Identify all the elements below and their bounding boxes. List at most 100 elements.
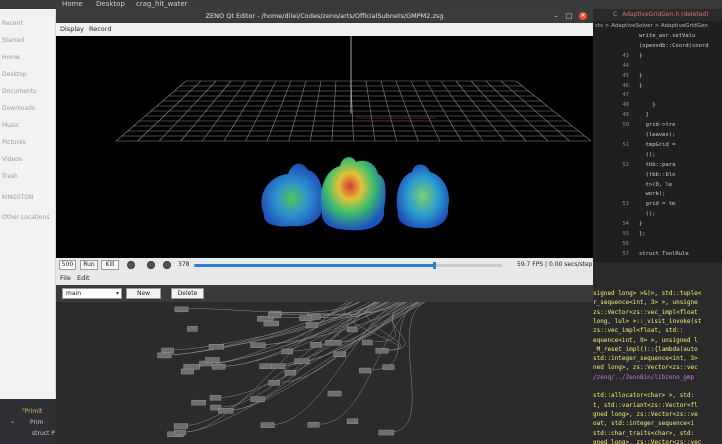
timeline-slider-fill: [194, 264, 435, 267]
cpp-file-icon: C: [613, 11, 618, 18]
sidebar-item-documents[interactable]: Documents: [2, 88, 36, 95]
line-number: 49: [622, 112, 629, 119]
kill-button[interactable]: Kill: [101, 260, 119, 270]
graph-node: [208, 344, 224, 350]
sidebar-item-other-locations[interactable]: Other Locations: [2, 214, 49, 221]
outline-chevron-icon[interactable]: ⌄: [10, 418, 15, 425]
run-button[interactable]: Run: [80, 260, 98, 270]
node-graph-canvas[interactable]: [56, 302, 593, 444]
code-outline-panel: "Primit ⌄ Prim struct P: [0, 399, 56, 444]
subnet-select-value: main: [66, 290, 81, 297]
graph-node: [346, 418, 359, 424]
simulation-blob-left: [261, 163, 323, 227]
close-icon[interactable]: ✕: [579, 12, 587, 20]
graph-wire: [169, 302, 378, 356]
code-line: };: [639, 231, 646, 237]
sidebar-item-recent[interactable]: Recent: [2, 20, 23, 27]
code-line: }: [639, 221, 643, 228]
code-line: (tbb::blo: [639, 171, 676, 178]
graph-node: [250, 342, 266, 348]
system-top-bar: Home Desktop crag_hit_water: [0, 0, 722, 9]
graph-node: [157, 352, 172, 359]
terminal-line: t, std::variant<zs::Vector<fl: [593, 401, 698, 409]
3d-viewport[interactable]: [56, 36, 593, 258]
outline-line: Prim: [30, 419, 44, 426]
sidebar-item-trash[interactable]: Trash: [2, 173, 18, 180]
line-number: 55: [622, 231, 629, 237]
new-subnet-button[interactable]: New: [126, 288, 161, 299]
code-line: }: [639, 72, 643, 79]
sidebar-item-videos[interactable]: Videos: [2, 156, 22, 163]
viewport-menu-bar: Display Record: [56, 23, 593, 36]
maximize-icon[interactable]: □: [565, 12, 573, 20]
terminal-line: zs::Vector<zs::vec_impl<float: [593, 308, 698, 316]
graph-node: [173, 423, 188, 429]
topbar-item-folder[interactable]: crag_hit_water: [136, 0, 188, 9]
sidebar-item-home[interactable]: Home: [2, 54, 20, 61]
sidebar-item-kingston[interactable]: KINGSTON: [2, 194, 34, 201]
graph-node: [333, 351, 347, 358]
terminal-line: gned long>, zs::Vector<zs::ve: [593, 410, 698, 418]
code-line: t>(0, le: [639, 181, 673, 188]
line-number: 53: [622, 201, 629, 208]
graph-node: [305, 322, 318, 328]
code-line: ();: [639, 211, 656, 218]
code-line: tmpGrid =: [639, 141, 676, 148]
prev-frame-icon[interactable]: [127, 261, 135, 269]
subnet-select[interactable]: main ▾: [62, 288, 122, 299]
line-number: 46: [622, 82, 629, 89]
terminal-line: std::char_traits<char>, std:: [593, 429, 695, 437]
topbar-item-home[interactable]: Home: [62, 0, 83, 9]
line-number: 52: [622, 161, 629, 168]
sidebar-item-starred[interactable]: Starred: [2, 37, 24, 44]
code-line: write_axr.setValu: [639, 33, 696, 39]
graph-node: [174, 429, 186, 436]
node-editor-menu-bar: File Edit: [56, 272, 593, 285]
code-line: tbb::para: [639, 161, 676, 168]
line-number: 43: [622, 52, 629, 59]
menu-display[interactable]: Display: [60, 23, 84, 36]
terminal-line: _M_reset_impl()::{lambda(auto: [593, 345, 698, 353]
end-frame-input[interactable]: 500: [59, 260, 76, 270]
code-line: ();: [639, 151, 656, 158]
graph-node: [299, 315, 313, 321]
line-number: 45: [622, 72, 629, 79]
graph-node: [310, 341, 322, 348]
node-editor-toolbar: main ▾ New Delete: [56, 285, 593, 302]
menu-file[interactable]: File: [60, 272, 71, 285]
code-line: (openvdb::Coord(coord: [639, 42, 709, 49]
graph-node: [346, 326, 358, 333]
graph-node: [325, 340, 342, 346]
viewport-canvas: [115, 36, 592, 231]
graph-node: [294, 358, 310, 364]
menu-record[interactable]: Record: [89, 23, 111, 36]
graph-node: [180, 368, 194, 375]
outline-line: struct P: [32, 430, 55, 437]
sidebar-item-music[interactable]: Music: [2, 122, 19, 129]
timeline-slider-handle[interactable]: [433, 262, 437, 269]
sidebar-item-desktop[interactable]: Desktop: [2, 71, 27, 78]
code-line: struct ToolRule: [639, 250, 689, 257]
graph-node: [174, 306, 189, 313]
terminal-line: gned long>, zs::Vector<zs::vec: [593, 438, 702, 444]
graph-node: [187, 326, 198, 332]
topbar-item-desktop[interactable]: Desktop: [96, 0, 125, 9]
graph-node: [191, 399, 206, 406]
graph-wire: [211, 302, 389, 364]
code-line: work);: [639, 191, 666, 198]
delete-subnet-button[interactable]: Delete: [171, 288, 204, 299]
sidebar-item-pictures[interactable]: Pictures: [2, 139, 26, 146]
play-icon[interactable]: [147, 261, 155, 269]
graph-node: [209, 395, 222, 401]
sidebar-item-downloads[interactable]: Downloads: [2, 105, 35, 112]
graph-node: [250, 396, 265, 402]
code-line: }: [639, 112, 649, 119]
graph-node: [269, 363, 286, 369]
terminal-line: long, lul> >::_visit_invoke(st: [593, 317, 702, 325]
menu-edit[interactable]: Edit: [77, 272, 90, 285]
editor-tab[interactable]: C AdaptiveGridGen.h (deleted): [593, 9, 722, 21]
code-line: }: [639, 82, 643, 89]
minimize-icon[interactable]: –: [552, 12, 560, 20]
graph-node: [268, 380, 280, 386]
next-frame-icon[interactable]: [163, 261, 171, 269]
